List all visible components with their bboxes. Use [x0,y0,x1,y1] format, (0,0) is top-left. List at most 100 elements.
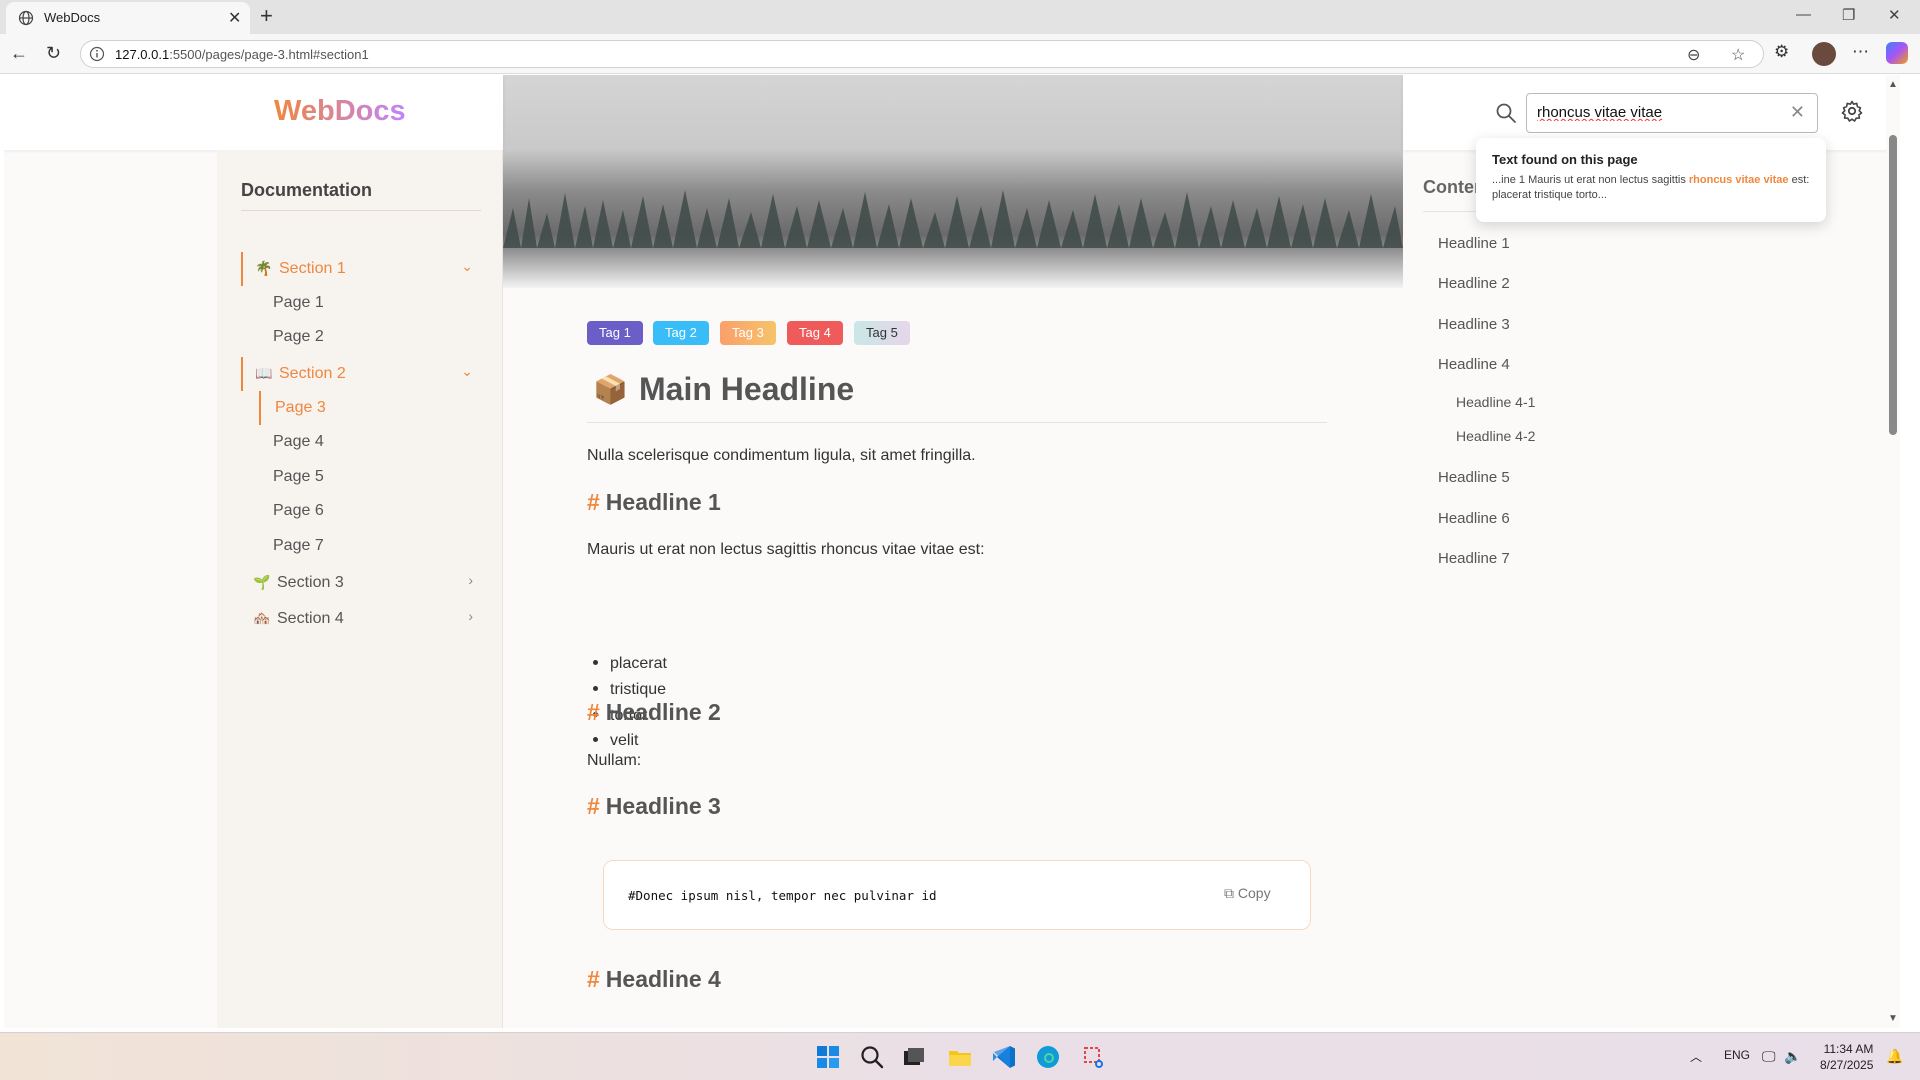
edge-browser-icon[interactable] [1034,1043,1062,1071]
favorite-star-icon[interactable]: ☆ [1731,45,1745,65]
sidebar-page-label: Page 6 [273,502,324,519]
address-bar[interactable]: 127.0.0.1:5500/pages/page-3.html#section… [80,40,1764,68]
reload-icon[interactable]: ↻ [46,43,61,64]
toc-item[interactable]: Headline 3 [1438,316,1510,333]
profile-avatar[interactable] [1812,42,1836,66]
network-icon[interactable]: 🖵 [1762,1048,1776,1065]
file-explorer-icon[interactable] [946,1043,974,1071]
taskbar-search-icon[interactable] [858,1043,886,1071]
site-info-icon[interactable] [89,46,105,62]
houses-icon: 🏘️ [253,610,271,626]
page-scrollbar[interactable]: ▲ ▼ [1886,75,1900,1028]
anchor-hash-icon[interactable]: # [587,966,600,992]
headline-3: # Headline 3 [587,793,721,820]
toc-item[interactable]: Headline 2 [1438,275,1510,292]
copy-button[interactable]: ⧉ Copy [1224,885,1271,902]
toc-item[interactable]: Headline 5 [1438,469,1510,486]
copy-icon: ⧉ [1224,885,1234,901]
anchor-hash-icon[interactable]: # [587,699,600,725]
tag-2[interactable]: Tag 2 [653,321,709,345]
open-book-icon: 📖 [255,365,273,381]
toc-subitem[interactable]: Headline 4-2 [1456,428,1535,444]
sidebar-page-5[interactable]: Page 5 [259,460,479,494]
globe-icon [18,10,34,26]
sidebar-section-4[interactable]: 🏘️ Section 4 › [241,602,481,636]
scroll-down-icon[interactable]: ▼ [1888,1013,1898,1024]
windows-start-icon[interactable] [814,1043,842,1071]
sidebar-page-6[interactable]: Page 6 [259,494,479,528]
restore-icon[interactable]: ❐ [1842,6,1855,24]
language-indicator[interactable]: ENG [1724,1048,1750,1062]
search-result-snippet[interactable]: ...ine 1 Mauris ut erat non lectus sagit… [1492,173,1812,203]
snipping-tool-icon[interactable] [1080,1043,1108,1071]
task-view-icon[interactable] [900,1043,928,1071]
sidebar-page-label: Page 1 [273,294,324,311]
headline-3-text: Headline 3 [605,793,721,819]
clock-time: 11:34 AM [1823,1042,1874,1056]
anchor-hash-icon[interactable]: # [587,793,600,819]
tag-3[interactable]: Tag 3 [720,321,776,345]
clear-search-icon[interactable]: ✕ [1790,102,1805,123]
system-clock[interactable]: 11:34 AM 8/27/2025 [1820,1041,1873,1073]
search-box[interactable]: ✕ [1526,93,1818,133]
sidebar-section-label: Section 4 [277,610,344,627]
url-text: 127.0.0.1:5500/pages/page-3.html#section… [115,47,369,62]
anchor-hash-icon[interactable]: # [587,489,600,515]
tag-1[interactable]: Tag 1 [587,321,643,345]
toc-item[interactable]: Headline 7 [1438,550,1510,567]
scroll-up-icon[interactable]: ▲ [1888,79,1898,90]
sidebar-section-label: Section 1 [279,260,346,277]
headline-1: # Headline 1 [587,489,721,516]
toc-item[interactable]: Headline 4 [1438,356,1510,373]
search-icon[interactable] [1495,102,1517,124]
toc-item[interactable]: Headline 6 [1438,510,1510,527]
tag-4[interactable]: Tag 4 [787,321,843,345]
sidebar-page-7[interactable]: Page 7 [259,529,479,563]
tray-overflow-chevron-icon[interactable]: ︿ [1690,1048,1702,1065]
back-icon[interactable]: ← [10,43,28,64]
list-item: placerat [587,655,667,673]
url-path: :5500/pages/page-3.html#section1 [169,47,369,62]
scroll-thumb[interactable] [1889,135,1897,435]
list-item: velit [587,732,638,750]
site-logo[interactable]: WebDocs [274,95,406,128]
popup-title: Text found on this page [1492,152,1638,167]
headline-2-text: Headline 2 [605,699,721,725]
sidebar-section-1[interactable]: 🌴 Section 1 ⌄ [241,252,481,286]
browser-tab-strip: WebDocs ✕ + — ❐ ✕ [0,0,1920,34]
sidebar-page-1[interactable]: Page 1 [259,286,479,320]
sidebar-section-2[interactable]: 📖 Section 2 ⌄ [241,357,481,391]
copilot-icon[interactable] [1886,42,1908,64]
bullet-icon [593,660,598,665]
tab-close-icon[interactable]: ✕ [228,8,241,28]
sidebar-page-3[interactable]: Page 3 [259,391,479,425]
header-left-panel [4,75,503,150]
window-close-icon[interactable]: ✕ [1888,6,1901,24]
gear-icon[interactable] [1840,99,1864,123]
sidebar-page-label: Page 5 [273,468,324,485]
snippet-highlight: rhoncus vitae vitae [1688,174,1789,186]
sidebar-page-2[interactable]: Page 2 [259,320,479,354]
extensions-icon[interactable]: ⚙ [1774,42,1789,62]
list-item-text: velit [610,732,639,749]
vscode-icon[interactable] [990,1043,1018,1071]
seedling-icon: 🌱 [253,574,271,590]
toc-subitem[interactable]: Headline 4-1 [1456,394,1535,410]
chevron-down-icon: ⌄ [461,363,473,379]
notification-bell-icon[interactable]: 🔔 [1886,1048,1903,1065]
sidebar-page-4[interactable]: Page 4 [259,425,479,459]
intro-paragraph: Nulla scelerisque condimentum ligula, si… [587,447,976,464]
more-menu-icon[interactable]: ⋯ [1852,42,1869,62]
volume-icon[interactable]: 🔈 [1784,1048,1801,1065]
new-tab-button[interactable]: + [260,3,273,29]
toc-item[interactable]: Headline 1 [1438,235,1510,252]
headline-4: # Headline 4 [587,966,721,993]
list-item-text: tristique [610,681,667,698]
paragraph-1: Mauris ut erat non lectus sagittis rhonc… [587,541,985,558]
search-input[interactable] [1537,104,1777,121]
reader-mode-icon[interactable]: ⊖ [1687,45,1700,65]
sidebar-section-3[interactable]: 🌱 Section 3 › [241,566,481,600]
tag-5[interactable]: Tag 5 [854,321,910,345]
minimize-icon[interactable]: — [1796,6,1811,23]
browser-tab[interactable]: WebDocs ✕ [6,2,250,34]
